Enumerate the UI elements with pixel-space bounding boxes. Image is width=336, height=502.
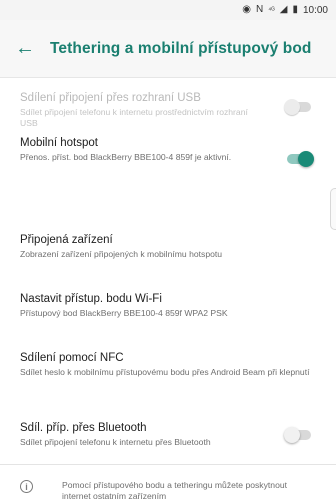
cell-signal-icon: ◢ — [279, 4, 288, 15]
setting-bluetooth-tethering[interactable]: Sdíl. příp. přes Bluetooth Sdílet připoj… — [0, 421, 336, 448]
usb-tethering-toggle[interactable] — [284, 99, 314, 115]
back-button[interactable]: ← — [0, 20, 50, 78]
setting-title: Sdíl. příp. přes Bluetooth — [20, 422, 147, 434]
edge-panel-handle[interactable] — [330, 188, 336, 230]
toggle-knob — [284, 427, 300, 443]
divider — [0, 464, 336, 465]
toggle-knob — [284, 99, 300, 115]
setting-title: Nastavit přístup. bodu Wi-Fi — [20, 293, 162, 305]
setting-title: Sdílení připojení přes rozhraní USB — [20, 92, 201, 104]
setting-mobile-hotspot[interactable]: Mobilní hotspot Přenos. příst. bod Black… — [0, 136, 336, 167]
setting-subtitle: Přístupový bod BlackBerry BBE100-4 859f … — [20, 308, 228, 318]
setting-title: Mobilní hotspot — [20, 137, 98, 149]
mobile-hotspot-toggle[interactable] — [284, 151, 314, 167]
page-title: Tethering a mobilní přístupový bod — [50, 39, 312, 57]
setting-wifi-hotspot-setup[interactable]: Nastavit přístup. bodu Wi-Fi Přístupový … — [0, 292, 336, 319]
setting-connected-devices[interactable]: Připojená zařízení Zobrazení zařízení př… — [0, 233, 336, 260]
arrow-back-icon: ← — [15, 37, 35, 59]
setting-subtitle: Sdílet připojení telefonu k internetu př… — [20, 437, 211, 447]
nfc-icon: ◉ — [242, 4, 252, 15]
info-footer: i Pomocí přístupového bodu a tetheringu … — [0, 472, 336, 501]
setting-subtitle: Zobrazení zařízení připojených k mobilní… — [20, 249, 223, 259]
setting-title: Sdílení pomocí NFC — [20, 352, 124, 364]
nfc-letter-icon: N — [256, 4, 264, 15]
toggle-knob — [298, 151, 314, 167]
setting-title: Připojená zařízení — [20, 234, 113, 246]
footer-text: Pomocí přístupového bodu a tetheringu mů… — [62, 480, 288, 501]
setting-subtitle: Sdílet heslo k mobilnímu přístupovému bo… — [20, 367, 310, 377]
setting-subtitle: Přenos. příst. bod BlackBerry BBE100-4 8… — [20, 152, 232, 162]
setting-usb-tethering[interactable]: Sdílení připojení přes rozhraní USB Sdíl… — [0, 91, 336, 129]
setting-nfc-sharing[interactable]: Sdílení pomocí NFC Sdílet heslo k mobiln… — [0, 351, 336, 378]
battery-icon: ▮ — [292, 4, 298, 15]
signal-icon: ⁴ᴳ — [268, 6, 275, 14]
status-time: 10:00 — [302, 4, 328, 16]
info-icon: i — [20, 480, 33, 493]
bluetooth-tethering-toggle[interactable] — [284, 427, 314, 443]
app-bar: ← Tethering a mobilní přístupový bod — [0, 20, 336, 78]
status-bar: ◉ N ⁴ᴳ ◢ ▮ 10:00 — [0, 0, 336, 20]
setting-subtitle: Sdílet připojení telefonu k internetu pr… — [20, 107, 248, 128]
